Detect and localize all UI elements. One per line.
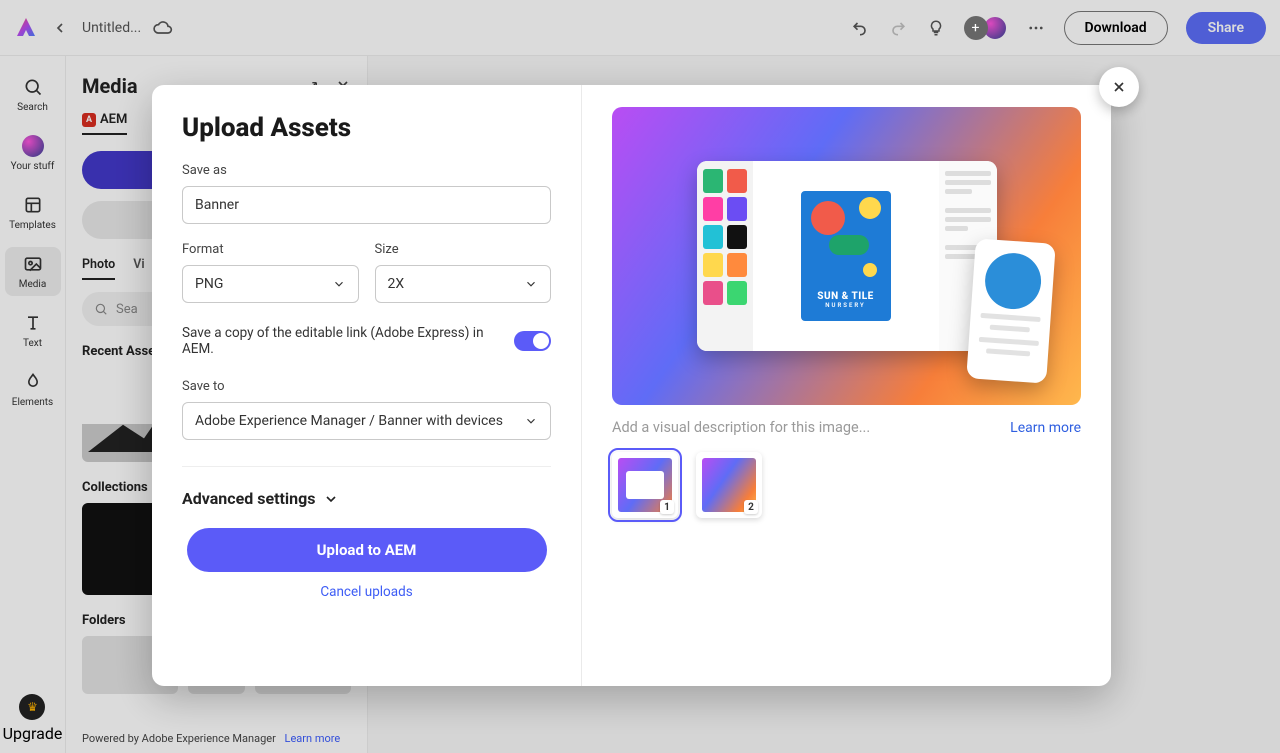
chevron-down-icon [332,277,346,291]
format-label: Format [182,242,359,257]
poster-artwork: SUN & TILE NURSERY [801,191,891,321]
cancel-uploads-link[interactable]: Cancel uploads [182,584,551,600]
tablet-mockup: SUN & TILE NURSERY [697,161,997,351]
page-number-badge: 1 [660,500,674,514]
poster-subtitle: NURSERY [825,302,865,309]
advanced-settings-label: Advanced settings [182,489,315,508]
modal-form: Upload Assets Save as Format PNG Size 2X [152,85,582,686]
save-to-value: Adobe Experience Manager / Banner with d… [195,413,503,429]
poster-title: SUN & TILE [817,291,874,302]
advanced-settings-toggle[interactable]: Advanced settings [182,489,551,508]
format-select[interactable]: PNG [182,265,359,303]
modal-title: Upload Assets [182,113,551,143]
upload-to-aem-button[interactable]: Upload to AEM [187,528,547,572]
phone-mockup [966,238,1056,383]
save-copy-toggle[interactable] [514,331,551,351]
chevron-down-icon [524,414,538,428]
divider [182,466,551,467]
size-select[interactable]: 2X [375,265,552,303]
save-to-select[interactable]: Adobe Experience Manager / Banner with d… [182,402,551,440]
preview-image: SUN & TILE NURSERY [612,107,1081,405]
learn-more-link[interactable]: Learn more [1010,420,1081,436]
modal-close-button[interactable] [1099,67,1139,107]
page-thumb-1[interactable]: 1 [612,452,678,518]
size-value: 2X [388,276,405,292]
page-number-badge: 2 [744,500,758,514]
modal-preview: SUN & TILE NURSERY Add a visual descript… [582,85,1111,686]
save-copy-toggle-label: Save a copy of the editable link (Adobe … [182,325,514,357]
save-as-input[interactable] [182,186,551,224]
add-collaborator-icon[interactable]: + [964,16,988,40]
save-as-label: Save as [182,163,551,178]
chevron-down-icon [524,277,538,291]
upload-assets-modal: Upload Assets Save as Format PNG Size 2X [152,85,1111,686]
size-label: Size [375,242,552,257]
format-value: PNG [195,276,223,292]
image-description-input[interactable]: Add a visual description for this image.… [612,419,870,436]
page-thumbnails: 1 2 [612,452,1081,518]
chevron-down-icon [323,491,339,507]
save-to-label: Save to [182,379,551,394]
page-thumb-2[interactable]: 2 [696,452,762,518]
